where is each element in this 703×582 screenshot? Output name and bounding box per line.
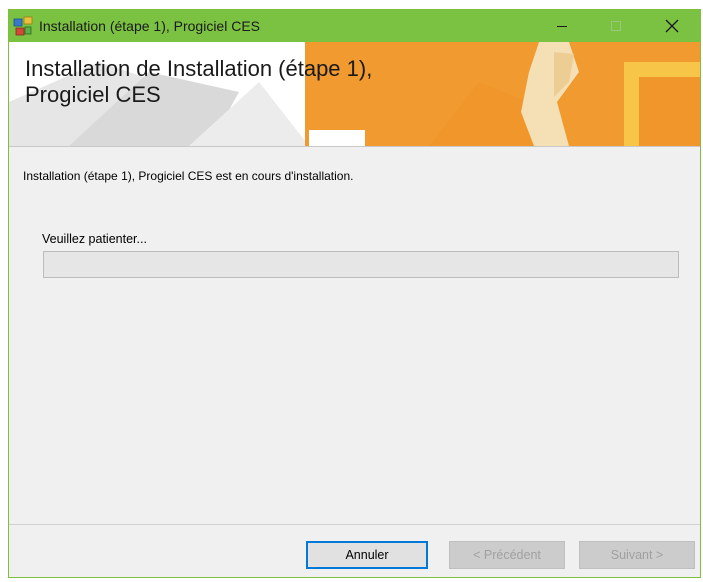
close-icon xyxy=(665,19,679,33)
close-button[interactable] xyxy=(649,10,695,42)
minimize-icon xyxy=(557,26,567,27)
previous-button: < Précédent xyxy=(449,541,565,569)
banner-divider xyxy=(9,146,700,147)
header-banner: Installation de Installation (étape 1), … xyxy=(9,42,700,146)
maximize-icon xyxy=(611,21,621,31)
maximize-button[interactable] xyxy=(593,10,639,42)
footer-divider xyxy=(9,524,700,525)
next-button: Suivant > xyxy=(579,541,695,569)
cancel-button[interactable]: Annuler xyxy=(306,541,428,569)
install-status-text: Installation (étape 1), Progiciel CES es… xyxy=(23,169,354,183)
banner-title: Installation de Installation (étape 1), … xyxy=(25,56,465,108)
banner-title-line1: Installation de Installation (étape 1), xyxy=(25,56,373,81)
banner-title-line2: Progiciel CES xyxy=(25,82,161,107)
installer-window: Installation (étape 1), Progiciel CES In… xyxy=(8,9,701,578)
minimize-button[interactable] xyxy=(539,10,585,42)
window-title: Installation (étape 1), Progiciel CES xyxy=(39,18,260,34)
title-bar[interactable]: Installation (étape 1), Progiciel CES xyxy=(9,10,700,42)
progress-bar xyxy=(43,251,679,278)
installer-app-icon xyxy=(13,16,33,36)
wait-label: Veuillez patienter... xyxy=(42,232,147,246)
